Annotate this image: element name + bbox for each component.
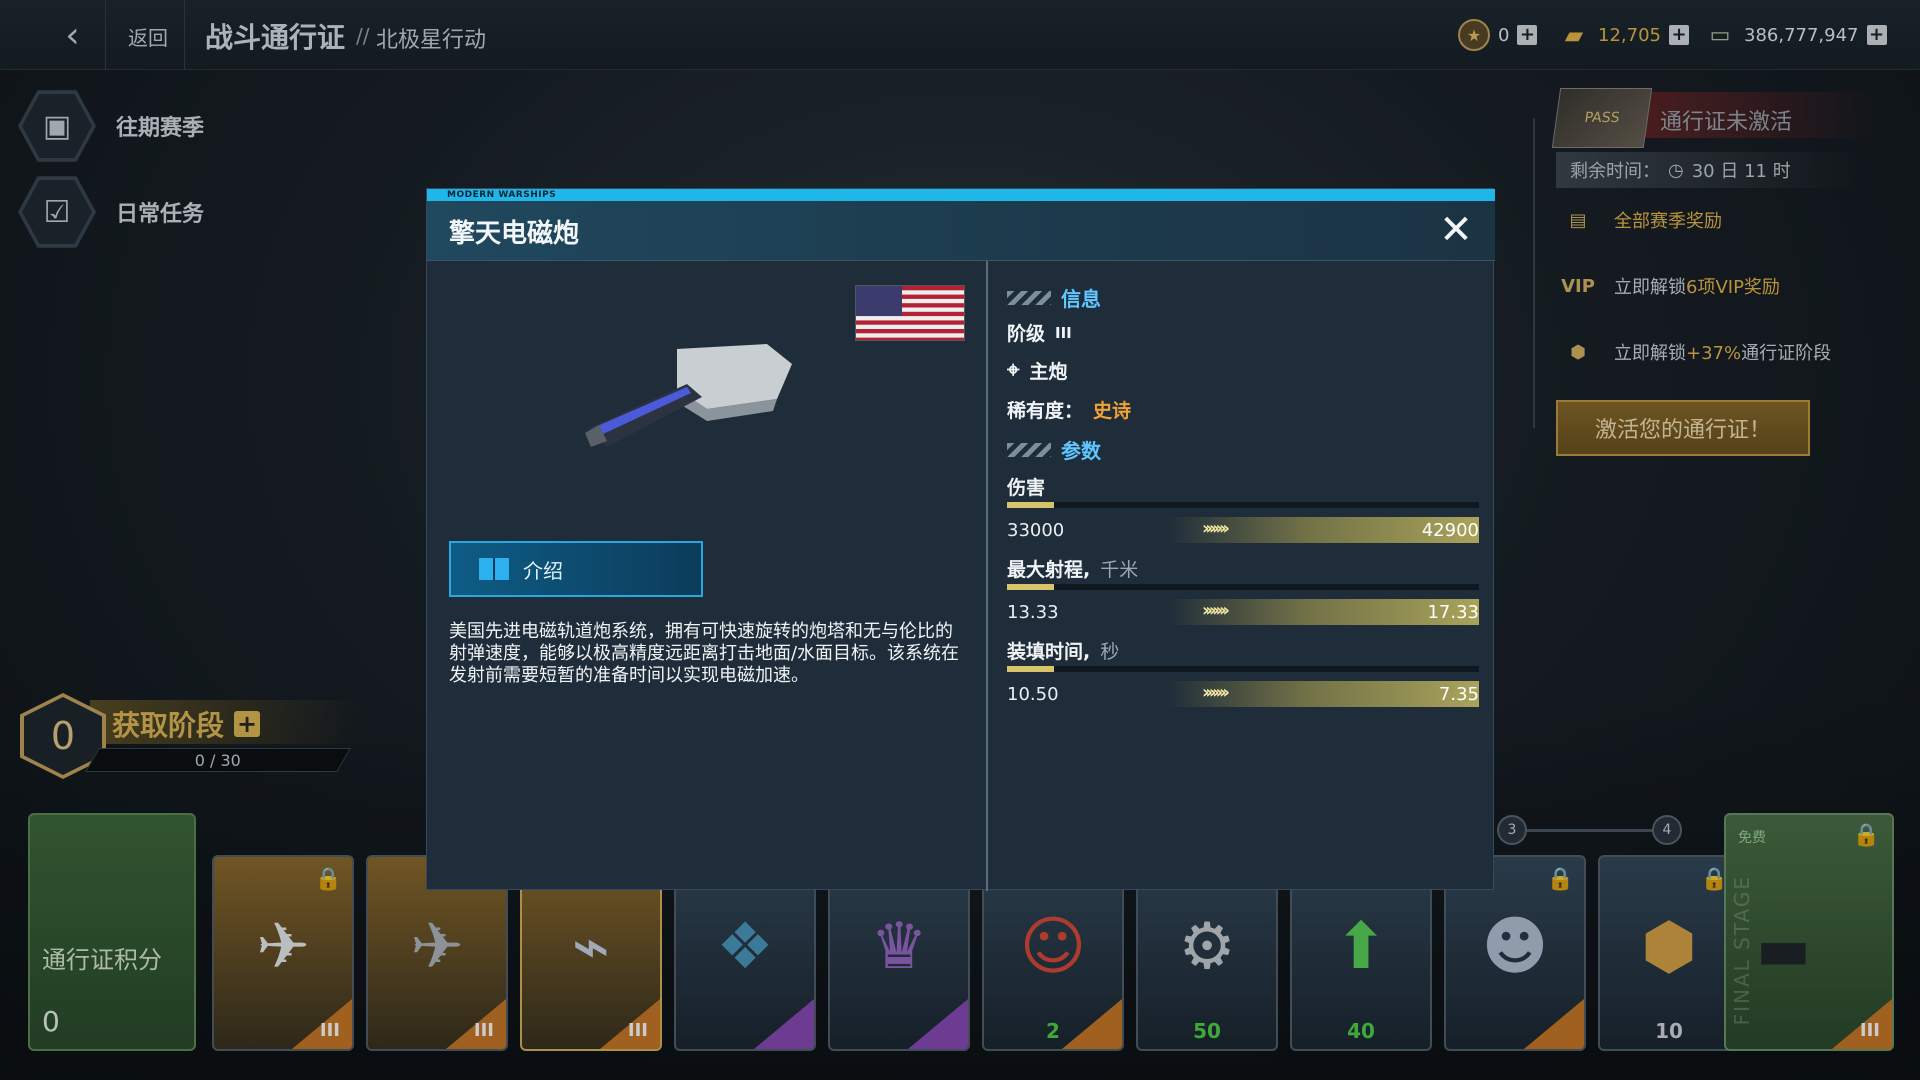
stat-unit: 秒 <box>1100 641 1120 663</box>
modal-top-strip: MODERN WARSHIPS <box>427 189 1495 201</box>
info-header: 信息 <box>1061 287 1101 311</box>
stat-max-value: 42900 <box>1421 520 1479 541</box>
stat-bar <box>1007 502 1479 508</box>
brand-label: MODERN WARSHIPS <box>447 190 557 200</box>
usa-flag-icon <box>855 285 965 341</box>
rarity-label: 稀有度： <box>1007 400 1084 422</box>
intro-tab-button[interactable]: 介绍 <box>449 541 703 597</box>
stat-base-value: 10.50 <box>1007 684 1059 705</box>
rarity-row: 稀有度： 史诗 <box>1007 396 1131 423</box>
stat-unit: 千米 <box>1100 559 1139 581</box>
stat-label: 伤害 <box>1007 477 1046 499</box>
chevrons-icon: ››››››› <box>1202 600 1230 621</box>
item-detail-modal: MODERN WARSHIPS 擎天电磁炮 ✕ 介绍 美国先进电磁轨道炮系统，拥… <box>426 188 1495 891</box>
stat-compare: 13.33 ››››››› 17.33 <box>1007 599 1479 625</box>
intro-label: 介绍 <box>523 558 563 583</box>
tier-row: 阶级 III <box>1007 319 1072 346</box>
close-icon[interactable]: ✕ <box>1435 209 1477 251</box>
stat-label-row: 最大射程, 千米 <box>1007 555 1138 582</box>
stat-base-value: 13.33 <box>1007 602 1059 623</box>
stripes-icon <box>1007 442 1051 457</box>
tier-value: III <box>1055 323 1072 342</box>
item-description: 美国先进电磁轨道炮系统，拥有可快速旋转的炮塔和无与伦比的射弹速度，能够以极高精度… <box>449 621 960 686</box>
modal-divider <box>986 261 988 891</box>
stat-compare: 33000 ››››››› 42900 <box>1007 517 1479 543</box>
stat-bar-fill <box>1007 584 1055 590</box>
main-gun-icon: ⌖ <box>1007 358 1020 383</box>
modal-title: 擎天电磁炮 <box>449 219 580 249</box>
stat-compare: 10.50 ››››››› 7.35 <box>1007 681 1479 707</box>
chevrons-icon: ››››››› <box>1202 682 1230 703</box>
chevrons-icon: ››››››› <box>1202 518 1230 539</box>
rarity-value: 史诗 <box>1093 400 1132 422</box>
stripes-icon <box>1007 290 1051 305</box>
modal-header: 擎天电磁炮 ✕ <box>427 201 1495 261</box>
stat-label: 装填时间, <box>1007 641 1091 663</box>
stat-bar <box>1007 584 1479 590</box>
stat-base-value: 33000 <box>1007 520 1065 541</box>
weapon-type: 主炮 <box>1029 361 1068 383</box>
stat-label-row: 装填时间, 秒 <box>1007 637 1119 664</box>
book-icon <box>479 558 509 580</box>
stat-label-row: 伤害 <box>1007 473 1055 500</box>
stat-max-value: 17.33 <box>1427 602 1479 623</box>
stat-max-value: 7.35 <box>1438 684 1479 705</box>
stat-label: 最大射程, <box>1007 559 1091 581</box>
stat-bar-fill <box>1007 502 1055 508</box>
railgun-icon <box>585 344 792 447</box>
tier-label: 阶级 <box>1007 323 1046 345</box>
params-section-header: 参数 <box>1007 435 1101 464</box>
stat-bar <box>1007 666 1479 672</box>
params-header: 参数 <box>1061 439 1101 463</box>
weapon-type-row: ⌖ 主炮 <box>1007 357 1067 384</box>
info-section-header: 信息 <box>1007 283 1101 312</box>
stat-bar-fill <box>1007 666 1055 672</box>
